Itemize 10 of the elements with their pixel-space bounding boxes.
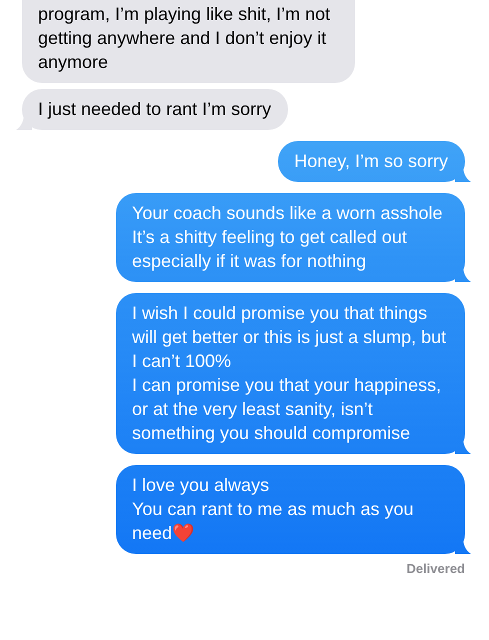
message-text: You can rant to me as much as you need❤ bbox=[132, 498, 414, 545]
message-text: Your coach sounds like a worn asshole bbox=[132, 202, 444, 225]
message-text: Honey, I’m so sorry bbox=[294, 150, 448, 173]
message-text: I love you always bbox=[132, 474, 270, 497]
message-text: I wish I could promise you that things will get better or this is just a slump, but I can’t 100% bbox=[132, 302, 448, 373]
message-text: I can promise you that your happiness, or at the very least sanity, isn’t something you should compromise bbox=[132, 374, 442, 445]
message-text: I just needed to rant I’m sorry bbox=[38, 98, 272, 121]
message-text: It’s a shitty feeling to get called out especially if it was for nothing bbox=[132, 226, 408, 273]
delivery-status: Delivered bbox=[406, 561, 465, 576]
message-text: program, I’m playing like shit, I’m not getting anywhere and I don’t enjoy it anymore bbox=[38, 3, 332, 74]
